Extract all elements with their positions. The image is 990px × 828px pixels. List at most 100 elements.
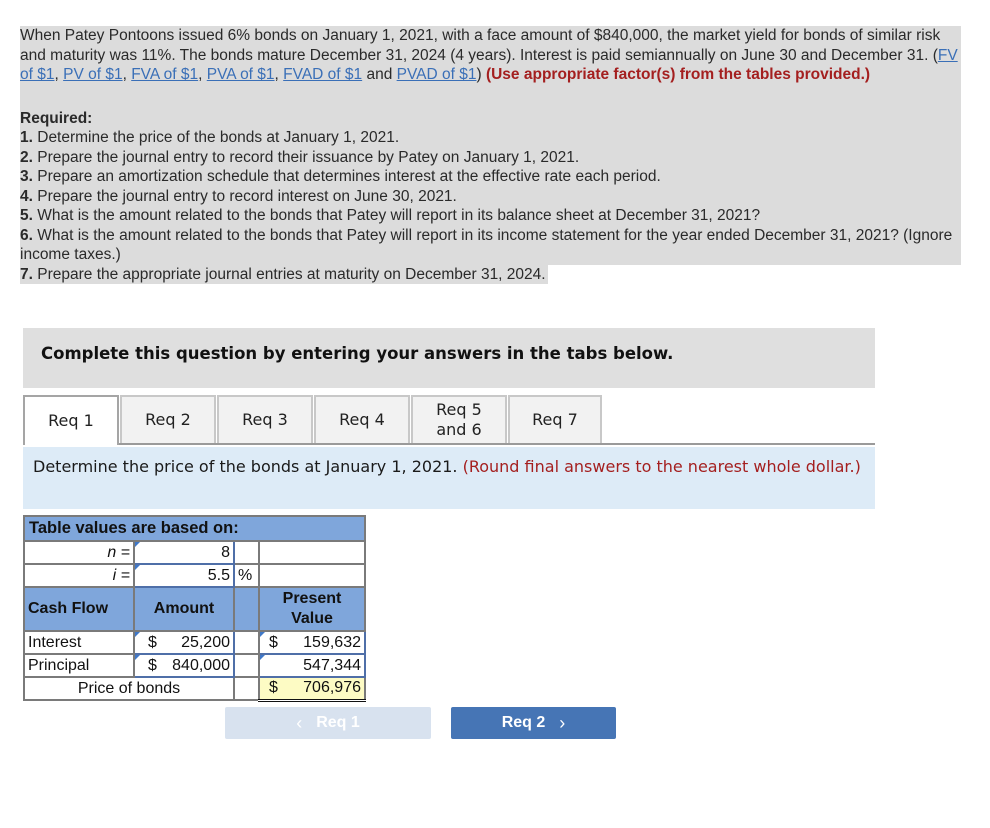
next-label: Req 2 xyxy=(501,714,546,731)
tab-label: Req 5 xyxy=(436,400,482,419)
requirement-item: 3. Prepare an amortization schedule that… xyxy=(20,167,961,187)
link-pv[interactable]: PV of $1 xyxy=(63,66,122,83)
link-pvad[interactable]: PVAD of $1 xyxy=(397,66,477,83)
requirement-text: Prepare the appropriate journal entries … xyxy=(32,265,546,283)
separator: , xyxy=(198,66,207,83)
chevron-right-icon: › xyxy=(559,712,566,733)
tab-label: Req 1 xyxy=(48,411,94,430)
requirement-text: What is the amount related to the bonds … xyxy=(32,207,761,224)
link-fva[interactable]: FVA of $1 xyxy=(131,66,198,83)
tab-label: Req 3 xyxy=(242,410,288,429)
requirement-text: Prepare an amortization schedule that de… xyxy=(32,168,661,185)
row-label: Principal xyxy=(23,653,135,678)
complete-question-banner: Complete this question by entering your … xyxy=(23,328,875,388)
header-cash-flow: Cash Flow xyxy=(23,586,135,632)
link-fvad[interactable]: FVAD of $1 xyxy=(283,66,362,83)
problem-statement: When Patey Pontoons issued 6% bonds on J… xyxy=(20,26,961,284)
total-value: 706,976 xyxy=(303,679,361,697)
tab-req-4[interactable]: Req 4 xyxy=(314,395,410,443)
rounding-note: (Round final answers to the nearest whol… xyxy=(462,457,861,476)
requirement-number: 2. xyxy=(20,148,33,166)
total-label: Price of bonds xyxy=(23,676,235,701)
dollar-sign: $ xyxy=(148,656,157,674)
worksheet-title: Table values are based on: xyxy=(23,515,366,542)
pv-value: 547,344 xyxy=(303,656,361,674)
requirement-text: Determine the price of the bonds at Janu… xyxy=(32,129,400,146)
empty-cell xyxy=(258,540,366,565)
requirement-item: 1. Determine the price of the bonds at J… xyxy=(20,128,961,148)
requirement-text: Prepare the journal entry to record inte… xyxy=(32,187,457,205)
percent-sign: % xyxy=(233,563,260,588)
tab-label: Req 4 xyxy=(339,410,385,429)
amount-value: 840,000 xyxy=(172,656,230,674)
pv-value: 159,632 xyxy=(303,633,361,651)
prev-req-button[interactable]: ‹ Req 1 xyxy=(225,707,431,739)
requirement-item: 6. What is the amount related to the bon… xyxy=(20,226,961,265)
principal-amount-input[interactable]: $840,000 xyxy=(133,653,235,678)
requirement-item: 2. Prepare the journal entry to record t… xyxy=(20,148,961,168)
required-section: Required: 1. Determine the price of the … xyxy=(20,108,961,265)
separator: , xyxy=(122,66,132,83)
prev-label: Req 1 xyxy=(316,714,360,731)
empty-cell xyxy=(233,540,260,565)
principal-pv-input[interactable]: 547,344 xyxy=(258,653,366,678)
requirement-number: 4. xyxy=(20,187,33,205)
instruction-text: Determine the price of the bonds at Janu… xyxy=(33,457,463,476)
empty-cell xyxy=(233,630,260,655)
requirement-item: 4. Prepare the journal entry to record i… xyxy=(20,187,961,207)
next-req-button[interactable]: Req 2 › xyxy=(451,707,616,739)
tab-req-5-and-6[interactable]: Req 5 and 6 xyxy=(411,395,507,443)
empty-cell xyxy=(233,653,260,678)
header-present-value: Present Value xyxy=(258,586,366,632)
requirement-number: 3. xyxy=(20,168,33,185)
requirement-number: 6. xyxy=(20,226,33,244)
header-pv-line: Present xyxy=(282,590,342,607)
requirement-tabs: Req 1 Req 2 Req 3 Req 4 Req 5 and 6 Req 7 xyxy=(23,395,875,445)
dollar-sign: $ xyxy=(269,679,278,697)
i-input[interactable]: 5.5 xyxy=(133,563,235,588)
intro-text: When Patey Pontoons issued 6% bonds on J… xyxy=(20,27,941,64)
tab-label: Req 7 xyxy=(532,410,578,429)
total-row: Price of bonds $706,976 xyxy=(23,676,366,702)
bond-price-worksheet: Table values are based on: n = 8 i = 5.5… xyxy=(23,515,366,702)
tab-label: and 6 xyxy=(436,420,482,439)
tab-req-7[interactable]: Req 7 xyxy=(508,395,602,443)
instruction-box: Determine the price of the bonds at Janu… xyxy=(23,447,875,509)
tab-req-1[interactable]: Req 1 xyxy=(23,395,119,445)
interest-amount-input[interactable]: $25,200 xyxy=(133,630,235,655)
header-pv-line: Value xyxy=(291,610,333,627)
i-label: i = xyxy=(23,563,135,588)
use-factors-note: (Use appropriate factor(s) from the tabl… xyxy=(481,66,871,83)
header-empty xyxy=(233,586,260,632)
amount-value: 25,200 xyxy=(181,633,230,651)
price-of-bonds-total: $706,976 xyxy=(258,676,366,702)
requirement-item: 7. Prepare the appropriate journal entri… xyxy=(20,264,548,284)
link-pva[interactable]: PVA of $1 xyxy=(207,66,275,83)
tab-req-3[interactable]: Req 3 xyxy=(217,395,313,443)
header-amount: Amount xyxy=(133,586,235,632)
tab-req-2[interactable]: Req 2 xyxy=(120,395,216,443)
dollar-sign: $ xyxy=(269,633,278,651)
problem-intro: When Patey Pontoons issued 6% bonds on J… xyxy=(20,26,961,109)
empty-cell xyxy=(258,563,366,588)
requirement-number: 1. xyxy=(20,129,33,146)
n-input[interactable]: 8 xyxy=(133,540,235,565)
n-label: n = xyxy=(23,540,135,565)
requirement-text: Prepare the journal entry to record thei… xyxy=(32,148,580,166)
empty-cell xyxy=(233,676,260,701)
table-row: Interest $25,200 $159,632 xyxy=(23,630,366,655)
table-row: Principal $840,000 547,344 xyxy=(23,653,366,678)
row-label: Interest xyxy=(23,630,135,655)
dollar-sign: $ xyxy=(148,633,157,651)
required-title: Required: xyxy=(20,109,93,127)
requirement-number: 7. xyxy=(20,265,33,283)
requirement-number: 5. xyxy=(20,207,33,224)
separator: , xyxy=(54,66,64,83)
requirement-item: 5. What is the amount related to the bon… xyxy=(20,206,961,226)
requirement-text: What is the amount related to the bonds … xyxy=(20,226,953,264)
chevron-left-icon: ‹ xyxy=(296,712,303,733)
separator: , xyxy=(274,66,284,83)
separator: and xyxy=(362,66,397,83)
tab-label: Req 2 xyxy=(145,410,191,429)
interest-pv-input[interactable]: $159,632 xyxy=(258,630,366,655)
